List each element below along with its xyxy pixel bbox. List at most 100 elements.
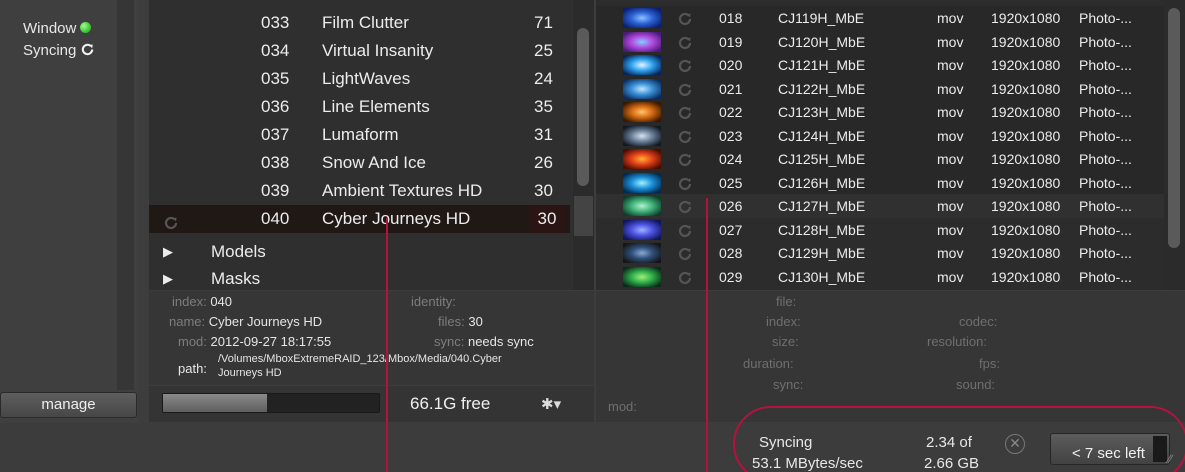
media-row[interactable]: 022 CJ123H_MbE mov 1920x1080 Photo-...: [596, 100, 1164, 124]
sync-done-text: 2.34 of: [926, 434, 972, 451]
media-size-label: size:: [772, 334, 799, 349]
media-type: mov: [937, 33, 964, 50]
media-description: Photo-...: [1079, 104, 1132, 120]
media-name: CJ128H_MbE: [778, 221, 866, 238]
disclosure-triangle-icon[interactable]: ▶: [163, 266, 173, 292]
collections-scrollbar[interactable]: [573, 0, 594, 290]
collection-row[interactable]: 039 Ambient Textures HD 30: [149, 177, 570, 205]
collection-count: 31: [534, 125, 553, 144]
media-row[interactable]: 023 CJ124H_MbE mov 1920x1080 Photo-...: [596, 123, 1164, 148]
media-type: mov: [937, 245, 964, 261]
media-number: 024: [719, 151, 743, 167]
media-description: Photo-...: [1079, 127, 1132, 144]
media-row[interactable]: 019 CJ120H_MbE mov 1920x1080 Photo-...: [596, 29, 1164, 54]
sync-progress-fill: [1153, 436, 1167, 462]
media-scrollbar[interactable]: [1164, 0, 1185, 290]
media-row[interactable]: 027 CJ128H_MbE mov 1920x1080 Photo-...: [596, 218, 1164, 242]
callout-line: [386, 218, 388, 472]
sync-icon: [163, 212, 179, 240]
group-row[interactable]: ▶ Models: [149, 239, 570, 265]
media-thumbnail: [623, 243, 661, 263]
collection-row[interactable]: 035 LightWaves 24: [149, 65, 570, 93]
media-row[interactable]: 020 CJ121H_MbE mov 1920x1080 Photo-...: [596, 53, 1164, 77]
syncing-label: Syncing: [23, 42, 77, 59]
media-resolution: 1920x1080: [991, 10, 1061, 26]
media-row[interactable]: 028 CJ129H_MbE mov 1920x1080 Photo-...: [596, 241, 1164, 265]
sync-total-text: 2.66 GB: [924, 455, 980, 472]
media-thumbnail: [623, 172, 661, 193]
media-row[interactable]: 029 CJ130H_MbE mov 1920x1080 Photo-...: [596, 265, 1164, 289]
info-path-value-line2: Journeys HD: [218, 367, 282, 379]
info-index: index: 040: [172, 294, 233, 309]
sync-state-text: Syncing: [759, 434, 813, 451]
scrollbar-thumb[interactable]: [577, 28, 589, 186]
collection-row[interactable]: 036 Line Elements 35: [149, 93, 570, 121]
info-identity-label: identity:: [411, 294, 456, 309]
panel-divider: [117, 0, 134, 390]
media-resolution-label: resolution:: [927, 334, 987, 349]
disclosure-triangle-icon[interactable]: ▶: [163, 239, 173, 265]
media-type: mov: [937, 57, 964, 73]
media-number: 020: [719, 57, 743, 73]
collection-row[interactable]: 034 Virtual Insanity 25: [149, 37, 570, 65]
media-row[interactable]: 021 CJ122H_MbE mov 1920x1080 Photo-...: [596, 76, 1164, 101]
collection-count: 35: [534, 97, 553, 116]
media-type: mov: [937, 80, 964, 97]
media-row[interactable]: 026 CJ127H_MbE mov 1920x1080 Photo-...: [596, 194, 1164, 218]
media-panel: 018 CJ119H_MbE mov 1920x1080 Photo-... 019 CJ1…: [596, 0, 1185, 290]
group-row[interactable]: ▶ Masks: [149, 266, 570, 292]
status-panel: Window Syncing manage: [0, 0, 138, 423]
collection-row[interactable]: 037 Lumaform 31: [149, 121, 570, 149]
collection-count: 26: [534, 153, 553, 172]
scroll-arrows[interactable]: [574, 196, 593, 236]
scrollbar-thumb[interactable]: [1168, 8, 1180, 248]
collection-number: 033: [261, 13, 290, 32]
media-thumbnail: [623, 8, 661, 28]
media-description: Photo-...: [1079, 198, 1132, 214]
media-resolution: 1920x1080: [991, 198, 1061, 214]
green-led-icon: [80, 22, 92, 33]
manage-button[interactable]: manage: [0, 392, 137, 418]
media-number: 025: [719, 174, 743, 191]
media-description: Photo-...: [1079, 57, 1132, 73]
collection-count: 30: [534, 181, 553, 200]
media-sound-label: sound:: [956, 377, 996, 392]
group-name: Models: [211, 242, 266, 261]
media-mod-label: mod:: [608, 399, 637, 414]
media-type: mov: [937, 221, 964, 238]
media-description: Photo-...: [1079, 80, 1132, 97]
media-resolution: 1920x1080: [991, 221, 1061, 238]
cancel-sync-button[interactable]: ✕: [1005, 434, 1025, 454]
media-type: mov: [937, 151, 964, 167]
media-row[interactable]: 025 CJ126H_MbE mov 1920x1080 Photo-...: [596, 170, 1164, 195]
resize-grip-icon[interactable]: ∕∕: [1168, 452, 1172, 466]
gear-icon[interactable]: ✱▾: [541, 395, 561, 413]
collection-name: Cyber Journeys HD: [322, 209, 471, 228]
media-type: mov: [937, 104, 964, 120]
media-type: mov: [937, 174, 964, 191]
info-path-value-line1: /Volumes/MboxExtremeRAID_123/Mbox/Media/…: [218, 353, 502, 365]
disk-free-text: 66.1G free: [410, 394, 491, 413]
collection-row[interactable]: 040 Cyber Journeys HD 30: [149, 205, 570, 233]
media-row[interactable]: 024 CJ125H_MbE mov 1920x1080 Photo-...: [596, 147, 1164, 171]
media-type: mov: [937, 10, 964, 26]
collection-row[interactable]: 038 Snow And Ice 26: [149, 149, 570, 177]
media-description: Photo-...: [1079, 174, 1132, 191]
media-resolution: 1920x1080: [991, 57, 1061, 73]
media-fps-label: fps:: [979, 356, 1000, 371]
media-resolution: 1920x1080: [991, 127, 1061, 144]
media-number: 026: [719, 198, 743, 214]
media-thumbnail: [623, 55, 661, 75]
media-description: Photo-...: [1079, 268, 1132, 285]
collection-row[interactable]: 033 Film Clutter 71: [149, 9, 570, 37]
media-description: Photo-...: [1079, 33, 1132, 50]
collection-number: 035: [261, 69, 290, 88]
info-name-value: Cyber Journeys HD: [208, 314, 323, 329]
media-name: CJ130H_MbE: [778, 268, 866, 285]
collection-info-panel: index: 040 name: Cyber Journeys HD mod: …: [149, 291, 594, 385]
media-resolution: 1920x1080: [991, 33, 1061, 50]
media-row[interactable]: 018 CJ119H_MbE mov 1920x1080 Photo-...: [596, 6, 1164, 30]
collection-count: 71: [534, 13, 553, 32]
disk-usage-fill: [163, 394, 267, 412]
media-number: 022: [719, 104, 743, 120]
